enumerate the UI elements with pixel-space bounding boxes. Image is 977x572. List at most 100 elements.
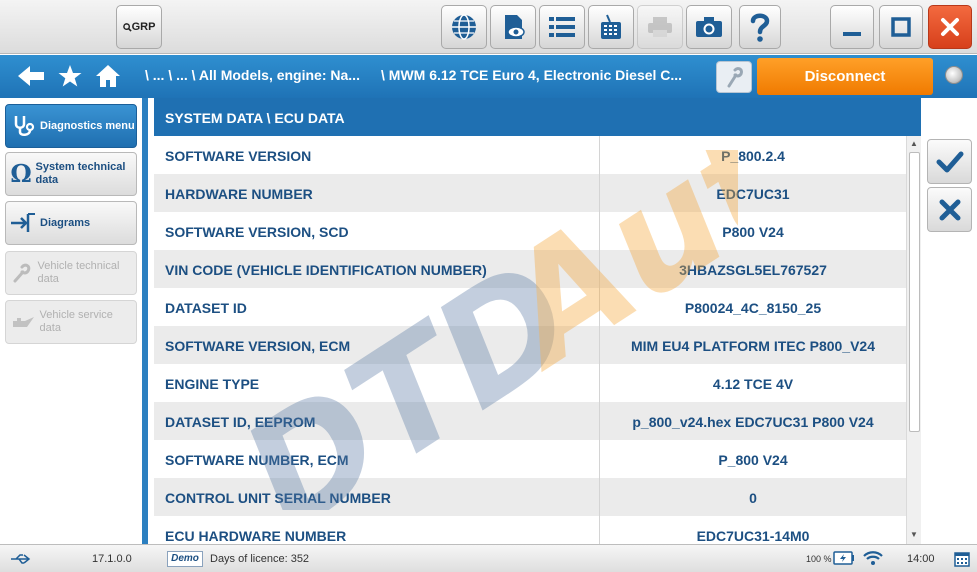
- sidebar-item-system-technical-data[interactable]: Ω System technical data: [5, 152, 137, 196]
- document-eye-icon: [505, 15, 525, 39]
- table-row[interactable]: SOFTWARE NUMBER, ECM P_800 V24: [154, 440, 906, 478]
- minimize-icon: [843, 32, 861, 36]
- table-row[interactable]: ENGINE TYPE 4.12 TCE 4V: [154, 364, 906, 402]
- sidebar-item-label: System technical data: [35, 161, 126, 186]
- close-icon: [941, 18, 959, 36]
- calendar-icon[interactable]: [954, 550, 970, 567]
- sidebar-item-diagrams[interactable]: Diagrams: [5, 201, 137, 245]
- checkmark-icon: [936, 151, 963, 172]
- row-value: 0: [749, 490, 757, 506]
- table-row[interactable]: SOFTWARE VERSION, ECM MIM EU4 PLATFORM I…: [154, 326, 906, 364]
- ecu-data-table: SOFTWARE VERSION P_800.2.4 HARDWARE NUMB…: [154, 136, 906, 544]
- screenshot-button[interactable]: [686, 5, 732, 49]
- sidebar-item-vehicle-service-data[interactable]: Vehicle service data: [5, 300, 137, 344]
- sidebar-item-label: Vehicle service data: [39, 309, 113, 334]
- row-label: VIN CODE (VEHICLE IDENTIFICATION NUMBER): [154, 250, 600, 288]
- status-bar: 17.1.0.0 Demo Days of licence: 352 100 %…: [0, 544, 977, 572]
- maximize-button[interactable]: [879, 5, 923, 49]
- sidebar-item-diagnostics-menu[interactable]: Diagnostics menu: [5, 104, 137, 148]
- maximize-icon: [891, 17, 911, 37]
- table-row[interactable]: DATASET ID P80024_4C_8150_25: [154, 288, 906, 326]
- page-title: SYSTEM DATA \ ECU DATA: [154, 98, 921, 136]
- close-button[interactable]: [928, 5, 972, 49]
- home-icon[interactable]: [95, 63, 121, 89]
- row-label: SOFTWARE VERSION: [154, 136, 600, 174]
- licence-days: Days of licence: 352: [210, 553, 310, 565]
- sidebar-item-label: Diagrams: [40, 216, 91, 229]
- table-row[interactable]: ECU HARDWARE NUMBER EDC7UC31-14M0: [154, 516, 906, 544]
- web-button[interactable]: [441, 5, 487, 49]
- wrench-icon: [727, 67, 743, 88]
- row-value: 4.12 TCE 4V: [712, 376, 794, 392]
- view-document-button[interactable]: [490, 5, 536, 49]
- printer-icon: [648, 17, 672, 37]
- table-row[interactable]: HARDWARE NUMBER EDC7UC31: [154, 174, 906, 212]
- row-value: EDC7UC31-14M0: [696, 528, 810, 544]
- sidebar-item-label: Diagnostics menu: [40, 119, 135, 132]
- row-value: EDC7UC31: [716, 186, 790, 202]
- row-label: ENGINE TYPE: [154, 364, 600, 402]
- row-label: DATASET ID: [154, 288, 600, 326]
- table-row[interactable]: SOFTWARE VERSION, SCD P800 V24: [154, 212, 906, 250]
- oil-can-icon: [12, 317, 34, 327]
- sidebar: Diagnostics menu Ω System technical data…: [0, 98, 148, 544]
- table-row[interactable]: SOFTWARE VERSION P_800.2.4: [154, 136, 906, 174]
- table-scrollbar[interactable]: ▲ ▼: [906, 136, 921, 544]
- battery-charging-icon: [833, 551, 854, 565]
- star-icon[interactable]: [57, 63, 83, 89]
- calculator-button[interactable]: [588, 5, 634, 49]
- question-icon: [750, 13, 770, 42]
- usb-icon: [11, 554, 31, 564]
- tool-button[interactable]: [716, 61, 752, 93]
- breadcrumb-engine[interactable]: \ MWM 6.12 TCE Euro 4, Electronic Diesel…: [381, 67, 682, 83]
- connection-status-indicator: [945, 66, 963, 84]
- row-value: p_800_v24.hex EDC7UC31 P800 V24: [632, 414, 874, 430]
- top-toolbar: GRP: [0, 0, 977, 54]
- clock-time: 14:00: [907, 553, 935, 565]
- table-row[interactable]: DATASET ID, EEPROM p_800_v24.hex EDC7UC3…: [154, 402, 906, 440]
- battery-level: 100 %: [806, 554, 832, 564]
- omega-icon: Ω: [10, 161, 31, 187]
- row-value: P800 V24: [722, 224, 784, 240]
- confirm-button[interactable]: [927, 139, 972, 184]
- print-button[interactable]: [637, 5, 683, 49]
- row-label: CONTROL UNIT SERIAL NUMBER: [154, 478, 600, 516]
- calculator-icon: [601, 14, 621, 39]
- row-value: P_800 V24: [718, 452, 788, 468]
- wrench-icon: [13, 263, 30, 283]
- row-label: SOFTWARE NUMBER, ECM: [154, 440, 600, 478]
- stethoscope-icon: [14, 116, 35, 136]
- scroll-down-arrow-icon[interactable]: ▼: [910, 530, 918, 539]
- row-value: MIM EU4 PLATFORM ITEC P800_V24: [630, 338, 875, 354]
- sidebar-item-vehicle-technical-data[interactable]: Vehicle technical data: [5, 251, 137, 295]
- scroll-thumb[interactable]: [909, 152, 920, 432]
- wifi-icon: [863, 551, 883, 565]
- table-row[interactable]: VIN CODE (VEHICLE IDENTIFICATION NUMBER)…: [154, 250, 906, 288]
- disconnect-button[interactable]: Disconnect: [757, 58, 933, 95]
- row-value: 3HBAZSGL5EL767527: [679, 262, 827, 278]
- list-icon: [549, 17, 575, 37]
- grp-search-button[interactable]: GRP: [116, 5, 162, 49]
- row-label: DATASET ID, EEPROM: [154, 402, 600, 440]
- magnifier-icon: [122, 22, 132, 32]
- navigation-bar: \ ... \ ... \ All Models, engine: Na... …: [0, 55, 977, 98]
- row-label: ECU HARDWARE NUMBER: [154, 516, 600, 544]
- back-arrow-icon[interactable]: [16, 63, 46, 89]
- row-label: HARDWARE NUMBER: [154, 174, 600, 212]
- minimize-button[interactable]: [830, 5, 874, 49]
- help-button[interactable]: [739, 5, 781, 49]
- demo-badge: Demo: [167, 551, 203, 567]
- table-row[interactable]: CONTROL UNIT SERIAL NUMBER 0: [154, 478, 906, 516]
- sidebar-item-label: Vehicle technical data: [37, 260, 120, 285]
- close-icon: [939, 199, 960, 220]
- list-button[interactable]: [539, 5, 585, 49]
- svg-text:Ω: Ω: [10, 161, 31, 187]
- row-label: SOFTWARE VERSION, SCD: [154, 212, 600, 250]
- cancel-button[interactable]: [927, 187, 972, 232]
- globe-icon: [452, 14, 476, 40]
- software-version: 17.1.0.0: [92, 553, 132, 565]
- diagram-icon: [11, 213, 35, 232]
- camera-icon: [696, 17, 722, 37]
- scroll-up-arrow-icon[interactable]: ▲: [910, 139, 918, 148]
- breadcrumb-model[interactable]: \ ... \ ... \ All Models, engine: Na...: [145, 67, 360, 83]
